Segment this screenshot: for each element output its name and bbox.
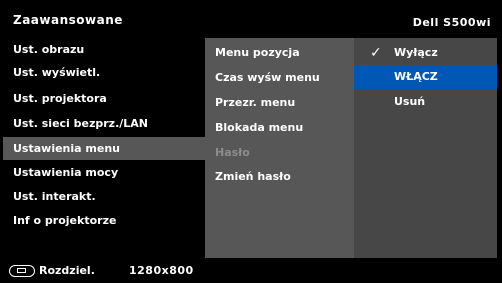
menu-item-label: Ustawienia menu	[13, 142, 120, 155]
submenu-item-label: Czas wyśw menu	[215, 71, 320, 84]
checkmark-icon: ✓	[370, 45, 382, 61]
video-source-icon	[9, 265, 35, 277]
menu-item-label: Inf o projektorze	[13, 214, 117, 227]
status-bar: Rozdziel. 1280x800	[3, 260, 497, 282]
sub-menu: Menu pozycja Czas wyśw menu Przezr. menu…	[205, 38, 354, 258]
menu-item-label: Ust. sieci bezprz./LAN	[13, 117, 149, 130]
menu-item-picture-settings[interactable]: Ust. obrazu	[3, 38, 205, 61]
menu-item-label: Ust. wyświetl.	[13, 66, 101, 79]
menu-item-label: Ust. obrazu	[13, 43, 85, 56]
submenu-item-menu-timeout[interactable]: Czas wyśw menu	[205, 65, 354, 90]
main-menu: Ust. obrazu Ust. wyświetl. Ust. projekto…	[3, 38, 205, 258]
option-list: ✓ Wyłącz WŁĄCZ Usuń	[354, 38, 497, 258]
menu-title: Zaawansowane	[13, 13, 123, 27]
menu-item-label: Ust. projektora	[13, 92, 107, 105]
submenu-item-label: Przezr. menu	[215, 96, 296, 109]
option-delete[interactable]: Usuń	[354, 90, 497, 114]
option-on[interactable]: WŁĄCZ	[354, 65, 497, 89]
menu-item-label: Ustawienia mocy	[13, 166, 119, 179]
option-label: Wyłącz	[394, 46, 438, 59]
menu-item-menu-settings[interactable]: Ustawienia menu	[3, 137, 205, 160]
projector-model: Dell S500wi	[412, 16, 491, 29]
menu-item-power-settings[interactable]: Ustawienia mocy	[3, 161, 205, 184]
submenu-item-menu-lock[interactable]: Blokada menu	[205, 115, 354, 140]
submenu-item-change-password[interactable]: Zmień hasło	[205, 164, 354, 189]
submenu-item-menu-transparency[interactable]: Przezr. menu	[205, 90, 354, 115]
title-bar: Zaawansowane Dell S500wi	[3, 6, 497, 36]
submenu-item-label: Menu pozycja	[215, 46, 300, 59]
osd-menu: Zaawansowane Dell S500wi Ust. obrazu Ust…	[0, 0, 502, 283]
option-label: Usuń	[394, 95, 426, 108]
menu-item-wireless-lan-settings[interactable]: Ust. sieci bezprz./LAN	[3, 112, 205, 135]
submenu-item-menu-position[interactable]: Menu pozycja	[205, 40, 354, 65]
submenu-item-label: Blokada menu	[215, 121, 304, 134]
menu-item-label: Ust. interakt.	[13, 190, 96, 203]
submenu-item-label: Hasło	[215, 146, 250, 159]
menu-item-display-settings[interactable]: Ust. wyświetl.	[3, 61, 205, 84]
option-off[interactable]: ✓ Wyłącz	[354, 41, 497, 65]
menu-item-interactive-settings[interactable]: Ust. interakt.	[3, 185, 205, 208]
resolution-label: Rozdziel.	[39, 264, 95, 277]
menu-item-projector-info[interactable]: Inf o projektorze	[3, 209, 205, 232]
submenu-item-label: Zmień hasło	[215, 170, 291, 183]
submenu-item-password: Hasło	[205, 140, 354, 165]
option-label: WŁĄCZ	[394, 70, 438, 83]
menu-item-projector-settings[interactable]: Ust. projektora	[3, 87, 205, 110]
resolution-value: 1280x800	[129, 264, 194, 277]
